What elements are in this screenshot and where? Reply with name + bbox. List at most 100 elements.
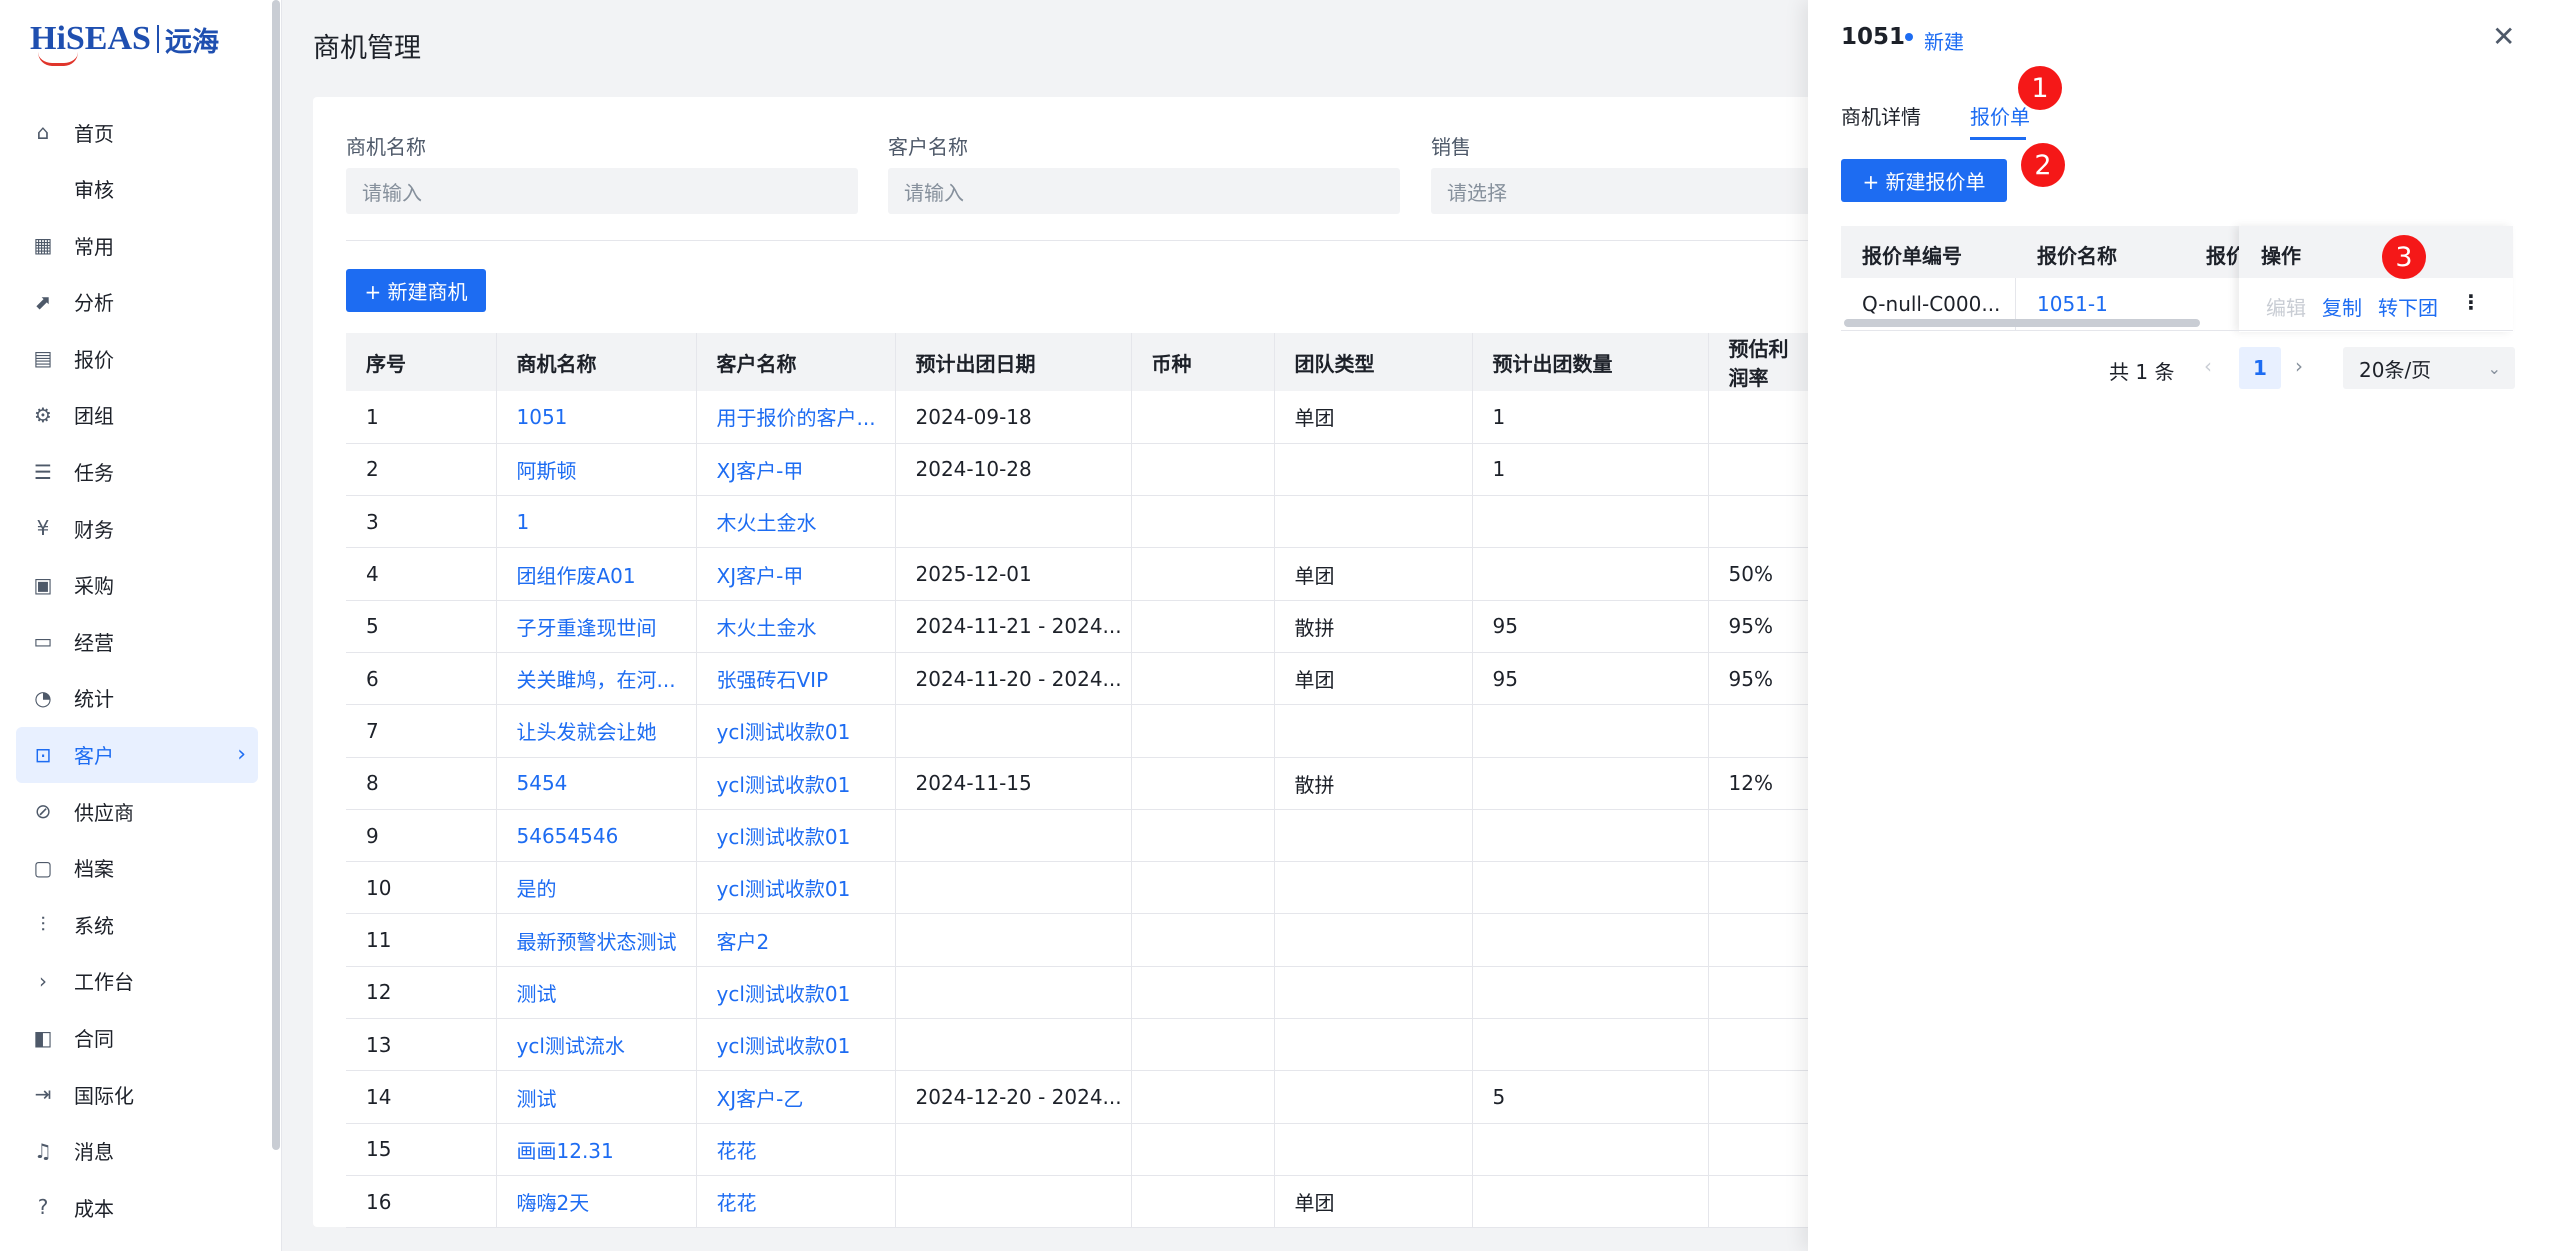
opportunity-name-link[interactable]: 测试 [496,1070,697,1124]
table-row[interactable]: 2 阿斯顿 XJ客户-甲 2024-10-28 1 [346,443,1809,497]
transfer-group-link[interactable]: 转下团 [2378,292,2438,321]
sidebar-item-1[interactable]: 审核 [16,161,258,217]
column-header-2[interactable]: 客户名称 [696,333,896,391]
table-row[interactable]: 1 1051 用于报价的客户... 2024-09-18 单团 1 [346,391,1809,444]
customer-name-link[interactable]: XJ客户-甲 [696,443,896,497]
sidebar-item-2[interactable]: ▦ 常用 [16,217,258,273]
customer-name-link[interactable]: 木火土金水 [696,495,896,549]
opportunity-name-link[interactable]: 子牙重逢现世间 [496,600,697,653]
tab-quotes[interactable]: 报价单 [1970,101,2030,130]
column-header-3[interactable]: 预计出团日期 [895,333,1132,391]
table-row[interactable]: 13 ycl测试流水 ycl测试收款01 [346,1018,1809,1072]
opportunity-name-link[interactable]: 测试 [496,966,697,1020]
customer-name-link[interactable]: XJ客户-甲 [696,547,896,601]
table-cell: 2024-11-21 - 2024... [895,600,1132,653]
customer-name-link[interactable]: 木火土金水 [696,600,896,653]
customer-name-link[interactable]: ycl测试收款01 [696,861,896,915]
edit-link[interactable]: 编辑 [2266,292,2306,321]
opportunity-name-link[interactable]: 关关雎鸠，在河... [496,652,697,706]
table-row[interactable]: 12 测试 ycl测试收款01 [346,966,1809,1020]
customer-name-link[interactable]: ycl测试收款01 [696,966,896,1020]
customer-name-link[interactable]: 花花 [696,1123,896,1176]
supplier-icon: ⊘ [34,799,52,824]
opportunity-name-link[interactable]: 团组作废A01 [496,547,697,601]
opportunity-name-link[interactable]: 5454 [496,757,697,810]
opportunity-name-link[interactable]: 画画12.31 [496,1123,697,1176]
table-row[interactable]: 3 1 木火土金水 [346,495,1809,549]
sidebar-item-5[interactable]: ⚙ 团组 [16,387,258,443]
table-cell [1274,443,1473,497]
customer-name-link[interactable]: ycl测试收款01 [696,757,896,810]
sidebar-scrollbar[interactable] [272,0,280,1150]
customer-name-link[interactable]: 花花 [696,1175,896,1229]
sidebar-item-11[interactable]: ⊡ 客户 › [16,726,258,783]
opportunity-name-link[interactable]: 嗨嗨2天 [496,1175,697,1229]
quote-horizontal-scrollbar[interactable] [1844,319,2200,327]
table-row[interactable]: 5 子牙重逢现世间 木火土金水 2024-11-21 - 2024... 散拼 95 95% [346,600,1809,653]
customer-name-link[interactable]: 客户2 [696,913,896,967]
table-row[interactable]: 15 画画12.31 花花 [346,1123,1809,1176]
page-size-select[interactable]: 20条/页 ⌄ [2343,347,2515,389]
customer-name-link[interactable]: ycl测试收款01 [696,809,896,863]
opportunity-name-link[interactable]: ycl测试流水 [496,1018,697,1072]
sidebar-item-19[interactable]: ? 成本 [16,1179,258,1235]
close-icon[interactable]: ✕ [2492,20,2515,53]
logo[interactable]: HiSEAS 远海 [30,14,219,66]
sidebar-item-16[interactable]: ◧ 合同 [16,1010,258,1066]
customer-name-input[interactable]: 请输入 [888,168,1400,214]
table-row[interactable]: 8 5454 ycl测试收款01 2024-11-15 散拼 12% [346,757,1809,810]
opportunity-name-link[interactable]: 阿斯顿 [496,443,697,497]
table-row[interactable]: 7 让头发就会让她 ycl测试收款01 [346,704,1809,758]
sidebar-item-13[interactable]: ▢ 档案 [16,840,258,896]
opportunity-name-link[interactable]: 是的 [496,861,697,915]
opportunity-name-link[interactable]: 最新预警状态测试 [496,913,697,967]
sidebar-item-10[interactable]: ◔ 统计 [16,670,258,726]
column-header-4[interactable]: 币种 [1131,333,1275,391]
sidebar-item-12[interactable]: ⊘ 供应商 [16,783,258,839]
sidebar-item-0[interactable]: ⌂ 首页 [16,104,258,160]
column-header-1[interactable]: 商机名称 [496,333,697,391]
table-cell: 单团 [1274,652,1473,706]
sidebar-item-17[interactable]: ⇥ 国际化 [16,1066,258,1122]
column-header-0[interactable]: 序号 [346,333,497,391]
sidebar-item-7[interactable]: ¥ 财务 [16,500,258,556]
sidebar-item-8[interactable]: ▣ 采购 [16,557,258,613]
table-row[interactable]: 11 最新预警状态测试 客户2 [346,913,1809,967]
column-header-6[interactable]: 预计出团数量 [1472,333,1709,391]
opportunity-name-link[interactable]: 54654546 [496,809,697,863]
opportunity-name-link[interactable]: 1051 [496,391,697,444]
sidebar-item-6[interactable]: ☰ 任务 [16,444,258,500]
new-quote-button[interactable]: + 新建报价单 [1841,159,2007,202]
column-header-7[interactable]: 预估利润率 [1708,333,1809,391]
column-header-5[interactable]: 团队类型 [1274,333,1473,391]
sidebar-item-3[interactable]: ⬈ 分析 [16,274,258,330]
sales-select[interactable]: 请选择 [1431,168,1831,214]
opportunity-name-link[interactable]: 让头发就会让她 [496,704,697,758]
copy-link[interactable]: 复制 [2322,292,2362,321]
customer-name-link[interactable]: ycl测试收款01 [696,1018,896,1072]
table-row[interactable]: 10 是的 ycl测试收款01 [346,861,1809,915]
tab-opportunity-detail[interactable]: 商机详情 [1841,101,1921,130]
opportunity-name-input[interactable]: 请输入 [346,168,858,214]
sidebar-item-15[interactable]: › 工作台 [16,953,258,1009]
more-icon[interactable]: ⋮ [2461,290,2481,314]
sidebar-item-18[interactable]: ♫ 消息 [16,1123,258,1179]
table-row[interactable]: 14 测试 XJ客户-乙 2024-12-20 - 2024... 5 [346,1070,1809,1124]
next-page-icon[interactable]: › [2295,354,2303,378]
table-row[interactable]: 9 54654546 ycl测试收款01 [346,809,1809,863]
new-opportunity-button[interactable]: + 新建商机 [346,269,486,312]
customer-name-link[interactable]: XJ客户-乙 [696,1070,896,1124]
table-row[interactable]: 4 团组作废A01 XJ客户-甲 2025-12-01 单团 50% [346,547,1809,601]
customer-name-link[interactable]: 张强砖石VIP [696,652,896,706]
quote-name-link[interactable]: 1051-1 [2037,292,2108,316]
page-1-button[interactable]: 1 [2239,347,2281,389]
sidebar-item-9[interactable]: ▭ 经营 [16,613,258,669]
table-row[interactable]: 16 嗨嗨2天 花花 单团 [346,1175,1809,1229]
customer-name-link[interactable]: 用于报价的客户... [696,391,896,444]
sidebar-item-14[interactable]: ⫶ 系统 [16,896,258,952]
sidebar-item-4[interactable]: ▤ 报价 [16,330,258,386]
opportunity-name-link[interactable]: 1 [496,495,697,549]
prev-page-icon[interactable]: ‹ [2204,354,2212,378]
table-row[interactable]: 6 关关雎鸠，在河... 张强砖石VIP 2024-11-20 - 2024... 单团… [346,652,1809,706]
customer-name-link[interactable]: ycl测试收款01 [696,704,896,758]
